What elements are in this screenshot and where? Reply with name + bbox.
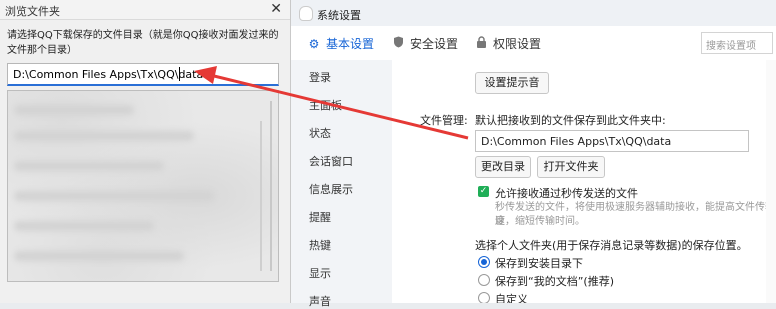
- save-path-input[interactable]: D:\Common Files Apps\Tx\QQ\data: [475, 130, 749, 152]
- radio-custom-label: 自定义: [495, 293, 528, 303]
- tab-label: 基本设置: [326, 37, 375, 51]
- tab-basic-settings[interactable]: ⚙ 基本设置: [307, 35, 374, 52]
- search-placeholder: 搜索设置项: [706, 41, 756, 52]
- sidebar-item-chat-window[interactable]: 会话窗口: [309, 153, 353, 169]
- folder-tree[interactable]: [7, 90, 279, 282]
- close-icon[interactable]: ✕: [270, 1, 282, 17]
- tab-label: 安全设置: [410, 37, 459, 51]
- sidebar-item-display[interactable]: 显示: [309, 265, 331, 281]
- folder-path-value: D:\Common Files Apps\Tx\QQ\data: [13, 68, 204, 81]
- radio-install-dir[interactable]: [478, 256, 490, 268]
- allow-sec-transfer-label: 允许接收通过秒传发送的文件: [495, 187, 638, 200]
- text-caret: [179, 67, 180, 81]
- qq-logo-icon: [299, 6, 313, 21]
- sidebar-item-status[interactable]: 状态: [309, 125, 331, 141]
- settings-search-input[interactable]: 搜索设置项: [701, 32, 773, 54]
- change-directory-button[interactable]: 更改目录: [475, 156, 531, 178]
- radio-custom[interactable]: [478, 292, 490, 303]
- tab-security-settings[interactable]: 安全设置: [391, 35, 458, 52]
- browse-folder-dialog: 浏览文件夹 ✕ 请选择QQ下载保存的文件目录（就是你QQ接收对面发过来的文件那个…: [0, 0, 291, 303]
- sidebar-item-reminder[interactable]: 提醒: [309, 209, 331, 225]
- settings-content: 设置提示音 文件管理: 默认把接收到的文件保存到此文件夹中: D:\Common…: [392, 60, 776, 303]
- sidebar-item-sound[interactable]: 声音: [309, 293, 331, 309]
- tree-scrollbar[interactable]: [270, 101, 272, 271]
- gear-icon: ⚙: [308, 37, 320, 51]
- content-scrollbar[interactable]: [766, 60, 776, 303]
- open-folder-button[interactable]: 打开文件夹: [537, 156, 605, 178]
- radio-my-documents-label: 保存到“我的文档”(推荐): [495, 275, 614, 288]
- tree-scrollbar-inner[interactable]: [260, 121, 262, 271]
- sidebar-item-login[interactable]: 登录: [309, 69, 331, 85]
- dialog-description: 请选择QQ下载保存的文件目录（就是你QQ接收对面发过来的文件那个目录）: [7, 30, 279, 56]
- sec-transfer-desc-line2: 度，缩短传输时间。: [495, 216, 585, 227]
- sidebar-item-info-display[interactable]: 信息展示: [309, 181, 353, 197]
- dialog-title: 浏览文件夹: [5, 5, 60, 18]
- lock-icon: [474, 36, 488, 51]
- allow-sec-transfer-checkbox[interactable]: ✓: [478, 186, 489, 197]
- dialog-title-bar: 浏览文件夹 ✕: [0, 0, 290, 20]
- shield-icon: [391, 36, 405, 51]
- personal-folder-text: 选择个人文件夹(用于保存消息记录等数据)的保存位置。: [475, 239, 748, 252]
- sidebar-item-hotkey[interactable]: 热键: [309, 237, 331, 253]
- file-management-label: 文件管理:: [420, 114, 468, 127]
- settings-sidebar: 登录 主面板 状态 会话窗口 信息展示 提醒 热键 显示 声音: [291, 60, 392, 308]
- save-path-value: D:\Common Files Apps\Tx\QQ\data: [481, 135, 672, 148]
- settings-tabs: ⚙ 基本设置 安全设置 权限设置 搜索设置项: [291, 26, 776, 61]
- tab-label: 权限设置: [493, 37, 542, 51]
- folder-path-input[interactable]: D:\Common Files Apps\Tx\QQ\data: [7, 63, 279, 86]
- settings-title: 系统设置: [317, 9, 361, 22]
- settings-title-bar: 系统设置: [291, 0, 776, 26]
- system-settings-window: 系统设置 ⚙ 基本设置 安全设置 权限设置 搜索设置项 登录 主面板 状态 会话窗…: [291, 0, 776, 308]
- sidebar-item-main-panel[interactable]: 主面板: [309, 97, 342, 113]
- set-prompt-sound-button[interactable]: 设置提示音: [475, 72, 549, 94]
- radio-my-documents[interactable]: [478, 274, 490, 286]
- tab-permission-settings[interactable]: 权限设置: [474, 35, 541, 52]
- default-save-text: 默认把接收到的文件保存到此文件夹中:: [475, 114, 666, 127]
- radio-install-dir-label: 保存到安装目录下: [495, 257, 583, 270]
